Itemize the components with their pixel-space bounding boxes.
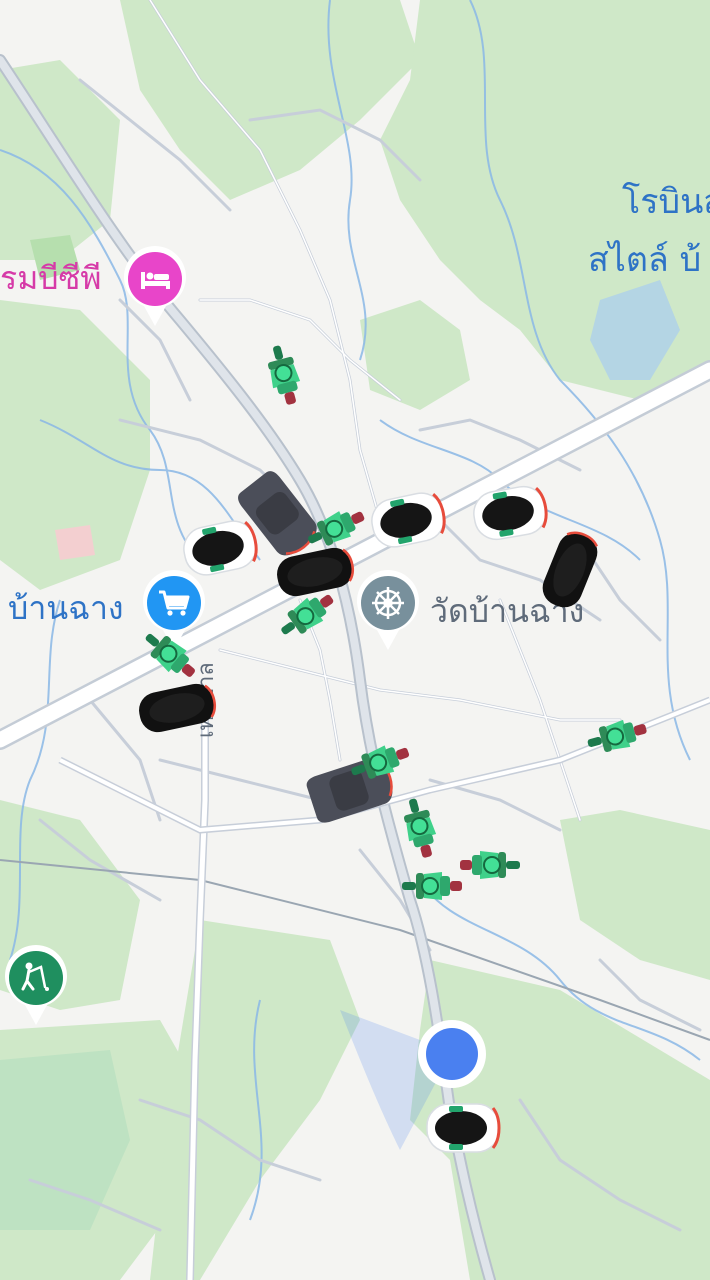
driver-moto-4 [137, 623, 203, 687]
driver-moto-5 [583, 713, 651, 759]
user-location-marker [416, 1018, 488, 1090]
driver-moto-1 [261, 341, 307, 409]
driver-moto-3 [273, 585, 341, 645]
driver-moto-9 [401, 871, 463, 901]
driver-car-9 [425, 1102, 501, 1154]
driver-car-6 [134, 679, 220, 737]
driver-car-2 [366, 487, 450, 553]
driver-car-1 [178, 515, 262, 581]
driver-moto-8 [459, 850, 521, 880]
vehicle-layer [134, 341, 651, 1154]
driver-car-5 [535, 526, 605, 614]
map-canvas[interactable]: รมบีซีพี บ้านฉาง วัดบ้านฉาง โรบินส สไตล์… [0, 0, 710, 1280]
driver-moto-7 [397, 794, 443, 862]
driver-car-3 [468, 481, 552, 545]
